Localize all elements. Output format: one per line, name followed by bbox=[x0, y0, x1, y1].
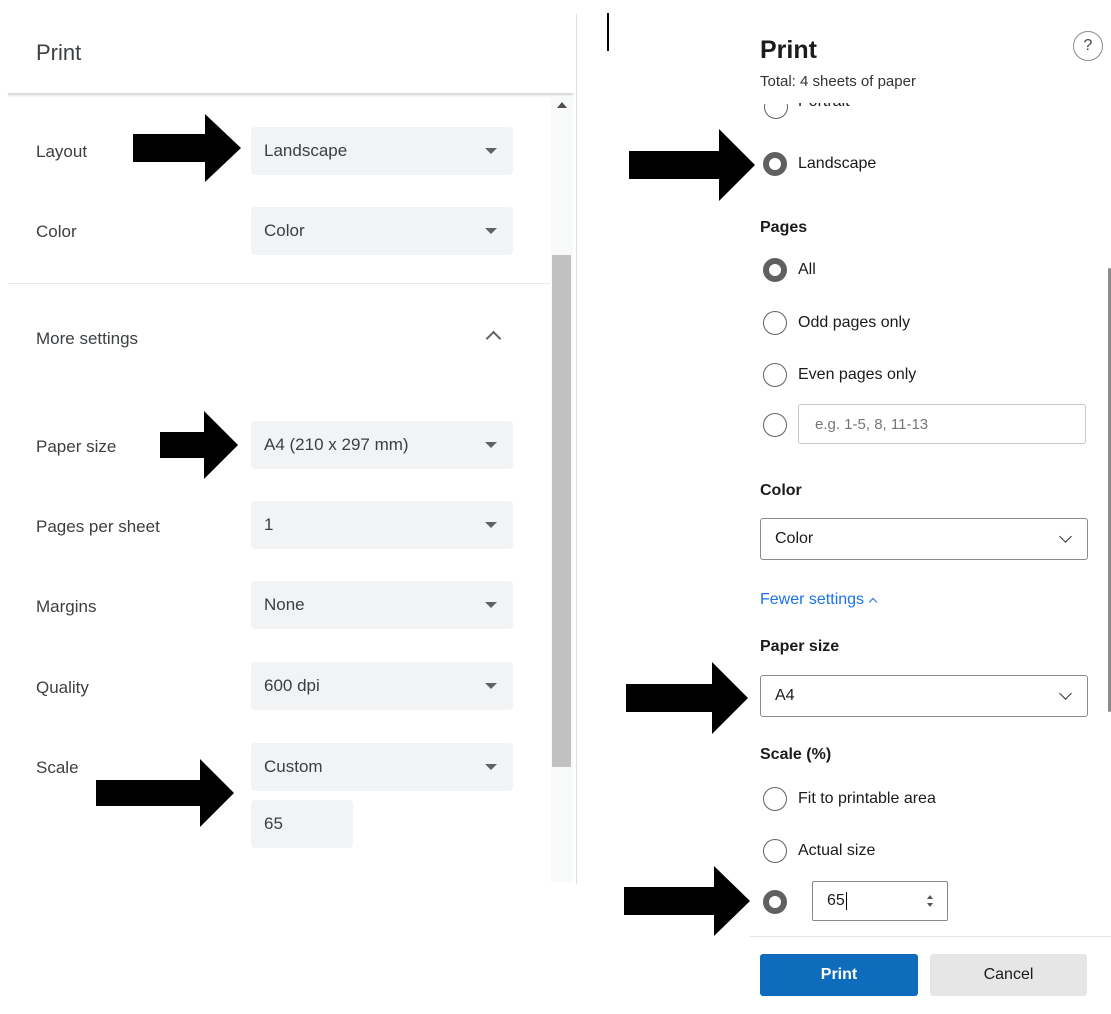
chevron-down-icon bbox=[485, 442, 497, 448]
chevron-up-icon bbox=[868, 597, 878, 607]
scale-custom-value: 65 bbox=[827, 892, 845, 909]
margins-label: Margins bbox=[36, 597, 97, 616]
arrow-annotation bbox=[96, 759, 236, 827]
pages-all-radio[interactable] bbox=[763, 258, 787, 282]
section-divider bbox=[8, 283, 550, 284]
quality-value: 600 dpi bbox=[264, 676, 320, 695]
text-cursor bbox=[607, 13, 609, 51]
color-select[interactable]: Color bbox=[251, 207, 513, 255]
cancel-button[interactable]: Cancel bbox=[930, 954, 1087, 996]
scale-spin-input[interactable]: 65 bbox=[812, 881, 948, 921]
pages-per-sheet-select[interactable]: 1 bbox=[251, 501, 513, 549]
pages-range-input[interactable]: e.g. 1-5, 8, 11-13 bbox=[798, 404, 1086, 444]
pages-label: Pages bbox=[760, 219, 808, 236]
scale-fit-radio[interactable] bbox=[763, 787, 787, 811]
more-settings-toggle[interactable]: More settings bbox=[36, 329, 138, 349]
layout-select[interactable]: Landscape bbox=[251, 127, 513, 175]
arrow-annotation bbox=[133, 114, 243, 182]
chevron-down-icon bbox=[485, 522, 497, 528]
scale-fit-label: Fit to printable area bbox=[798, 790, 936, 807]
arrow-annotation bbox=[626, 662, 750, 734]
scale-select[interactable]: Custom bbox=[251, 743, 513, 791]
edge-print-dialog: Print Total: 4 sheets of paper ? Portrai… bbox=[590, 0, 1111, 1014]
portrait-label: Portrait bbox=[798, 103, 850, 111]
scale-actual-radio[interactable] bbox=[763, 839, 787, 863]
chevron-down-icon bbox=[485, 602, 497, 608]
landscape-radio[interactable] bbox=[763, 152, 787, 176]
scrollbar-thumb[interactable] bbox=[552, 255, 571, 767]
paper-size-select[interactable]: A4 (210 x 297 mm) bbox=[251, 421, 513, 469]
page-title: Print bbox=[760, 36, 817, 64]
header-divider bbox=[8, 93, 573, 95]
color-value: Color bbox=[264, 221, 305, 240]
chevron-down-icon bbox=[1059, 530, 1072, 543]
pages-per-sheet-label: Pages per sheet bbox=[36, 517, 160, 536]
spin-up-icon[interactable] bbox=[927, 895, 933, 899]
chevron-down-icon bbox=[485, 228, 497, 234]
chevron-down-icon bbox=[485, 683, 497, 689]
chrome-print-dialog: Print Layout Landscape Color Color More … bbox=[0, 0, 580, 1014]
text-cursor bbox=[845, 892, 847, 910]
portrait-label-clip: Portrait bbox=[798, 103, 878, 119]
sheets-summary: Total: 4 sheets of paper bbox=[760, 73, 916, 90]
fewer-settings-label: Fewer settings bbox=[760, 591, 865, 608]
color-value: Color bbox=[775, 530, 814, 547]
pages-all-label: All bbox=[798, 261, 816, 278]
scroll-up-icon[interactable] bbox=[557, 102, 567, 108]
scale-custom-value: 65 bbox=[264, 814, 283, 833]
fewer-settings-link[interactable]: Fewer settings bbox=[760, 591, 878, 609]
margins-select[interactable]: None bbox=[251, 581, 513, 629]
color-label: Color bbox=[36, 222, 77, 241]
chevron-down-icon bbox=[1059, 687, 1072, 700]
pages-even-label: Even pages only bbox=[798, 366, 917, 383]
pages-even-radio[interactable] bbox=[763, 363, 787, 387]
paper-size-label: Paper size bbox=[36, 437, 117, 456]
margins-value: None bbox=[264, 595, 305, 614]
pages-odd-radio[interactable] bbox=[763, 311, 787, 335]
paper-size-value: A4 bbox=[775, 687, 795, 704]
quality-label: Quality bbox=[36, 678, 89, 697]
pages-per-sheet-value: 1 bbox=[264, 515, 274, 534]
layout-label: Layout bbox=[36, 142, 88, 161]
scale-custom-radio[interactable] bbox=[763, 890, 787, 914]
scale-label: Scale (%) bbox=[760, 746, 832, 763]
paper-size-label: Paper size bbox=[760, 638, 840, 655]
panel-edge bbox=[576, 14, 577, 884]
spin-down-icon[interactable] bbox=[927, 903, 933, 907]
scale-custom-input[interactable]: 65 bbox=[251, 800, 353, 848]
color-label: Color bbox=[760, 482, 802, 499]
arrow-annotation bbox=[624, 866, 752, 936]
page-title: Print bbox=[36, 40, 82, 65]
pages-odd-label: Odd pages only bbox=[798, 314, 911, 331]
arrow-annotation bbox=[160, 411, 240, 479]
paper-size-value: A4 (210 x 297 mm) bbox=[264, 435, 409, 454]
quality-select[interactable]: 600 dpi bbox=[251, 662, 513, 710]
chevron-up-icon[interactable] bbox=[485, 330, 502, 347]
landscape-label: Landscape bbox=[798, 155, 877, 172]
pages-custom-radio[interactable] bbox=[763, 413, 787, 437]
print-button[interactable]: Print bbox=[760, 954, 918, 996]
color-select[interactable]: Color bbox=[760, 518, 1088, 560]
portrait-radio[interactable] bbox=[764, 104, 790, 122]
paper-size-select[interactable]: A4 bbox=[760, 675, 1088, 717]
chevron-down-icon bbox=[485, 148, 497, 154]
chevron-down-icon bbox=[485, 764, 497, 770]
scale-label: Scale bbox=[36, 758, 79, 777]
layout-value: Landscape bbox=[264, 141, 348, 160]
help-icon[interactable]: ? bbox=[1073, 31, 1103, 61]
scale-actual-label: Actual size bbox=[798, 842, 876, 859]
arrow-annotation bbox=[629, 129, 757, 201]
scale-value: Custom bbox=[264, 757, 323, 776]
footer-divider bbox=[750, 936, 1111, 937]
